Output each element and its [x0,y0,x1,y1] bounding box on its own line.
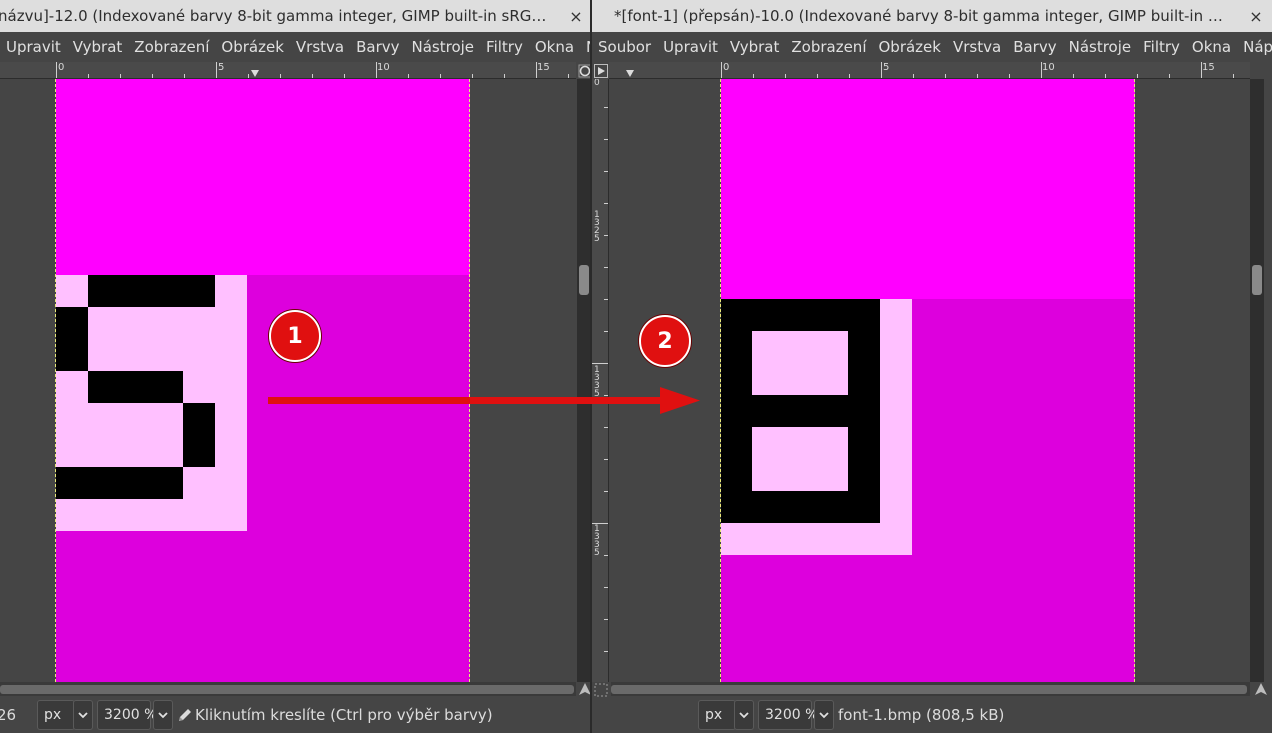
left-menu-okna[interactable]: Okna [529,38,580,56]
right-canvas[interactable] [609,79,1250,682]
file-info: font-1.bmp (808,5 kB) [838,706,1005,724]
left-horizontal-ruler[interactable]: 0 5 10 15 [0,62,576,79]
left-titlebar[interactable]: názvu]-12.0 (Indexované barvy 8-bit gamm… [0,0,592,32]
left-window-title: názvu]-12.0 (Indexované barvy 8-bit gamm… [0,7,547,25]
right-horizontal-scrollbar[interactable] [611,682,1250,696]
left-unit-chevron[interactable] [73,700,93,730]
right-horizontal-scroll-thumb[interactable] [611,685,1247,694]
left-menu-filtry[interactable]: Filtry [480,38,529,56]
ruler-pointer-icon [626,70,634,77]
left-ruler-label-10: 10 [377,62,390,73]
right-menu-soubor[interactable]: Soubor [592,38,657,56]
ruler-pointer-icon [251,70,259,77]
left-horizontal-scrollbar[interactable] [0,682,576,696]
left-menu-upravit[interactable]: Upravit [0,38,67,56]
annotation-arrow [268,387,700,414]
left-menu-barvy[interactable]: Barvy [350,38,405,56]
left-zoom-select[interactable]: 3200 % [97,700,157,730]
right-vertical-scroll-thumb[interactable] [1252,265,1262,295]
chevron-down-icon [819,712,829,719]
left-ruler-label-0: 0 [58,62,65,73]
right-layer-boundary-guide [1134,79,1135,682]
right-close-button[interactable]: × [1240,7,1272,26]
glyph-5-middle-bar [88,371,183,403]
annotation-badge-2: 2 [639,315,691,367]
left-vertical-scroll-thumb[interactable] [579,265,589,295]
right-menu-vybrat[interactable]: Vybrat [724,38,786,56]
left-vertical-scrollbar[interactable] [577,79,591,682]
right-statusbar: px 3200 % font-1.bmp (808,5 kB) [592,697,1272,733]
menu-arrow-icon[interactable] [594,64,608,78]
annotation-badge-1: 1 [269,310,321,362]
navigate-icon[interactable] [1254,682,1268,696]
glyph-5-left-stroke [56,307,88,371]
left-zoom-chevron[interactable] [153,700,173,730]
right-ruler-label-15: 15 [1202,62,1215,73]
magenta-area [721,79,1135,299]
right-menu-napoveda[interactable]: Nápov [1237,38,1272,56]
left-ruler-label-15: 15 [537,62,550,73]
right-menu-filtry[interactable]: Filtry [1137,38,1186,56]
chevron-down-icon [78,712,88,719]
right-zoom-chevron[interactable] [814,700,834,730]
right-menu-barvy[interactable]: Barvy [1007,38,1062,56]
left-menubar: Upravit Vybrat Zobrazení Obrázek Vrstva … [0,32,592,62]
right-layer-boundary-guide [469,79,470,682]
left-image-window: názvu]-12.0 (Indexované barvy 8-bit gamm… [0,0,592,733]
glyph-8-upper-hole [752,331,848,395]
right-ruler-label-10: 10 [1042,62,1055,73]
pencil-icon [179,709,191,721]
left-statusbar: 26 px 3200 % Kliknutím kreslíte (Ctrl pr… [0,697,592,733]
pointer-coordinates: 26 [0,706,17,724]
right-unit-select[interactable]: px [698,700,736,730]
right-horizontal-ruler[interactable]: 0 5 10 15 [609,62,1250,79]
left-ruler-label-5: 5 [218,62,225,73]
right-menu-vrstva[interactable]: Vrstva [947,38,1007,56]
left-close-button[interactable]: × [560,7,592,26]
chevron-down-icon [739,712,749,719]
status-message: Kliknutím kreslíte (Ctrl pro výběr barvy… [195,706,493,724]
right-vertical-ruler[interactable]: 0 1325 1335 1335 [592,79,609,682]
right-vruler-label-3: 1335 [594,524,600,558]
right-image-window: *[font-1] (přepsán)-10.0 (Indexované bar… [592,0,1272,733]
glyph-8-lower-hole [752,427,848,491]
right-vruler-label-0: 0 [594,79,600,88]
right-window-title: *[font-1] (přepsán)-10.0 (Indexované bar… [614,7,1223,25]
right-ruler-label-0: 0 [723,62,730,73]
right-menu-obrazek[interactable]: Obrázek [873,38,947,56]
right-menu-nastroje[interactable]: Nástroje [1063,38,1138,56]
left-layer-boundary-guide [55,79,56,682]
glyph-5-bottom-bar [56,467,183,499]
right-menubar: Soubor Upravit Vybrat Zobrazení Obrázek … [592,32,1272,62]
right-titlebar[interactable]: *[font-1] (přepsán)-10.0 (Indexované bar… [592,0,1272,32]
left-menu-vybrat[interactable]: Vybrat [67,38,129,56]
left-menu-obrazek[interactable]: Obrázek [215,38,289,56]
glyph-5-top-bar [88,275,215,307]
right-menu-zobrazeni[interactable]: Zobrazení [785,38,872,56]
quick-mask-icon[interactable] [594,683,608,697]
left-menu-vrstva[interactable]: Vrstva [290,38,350,56]
left-horizontal-scroll-thumb[interactable] [0,685,574,694]
magenta-area [56,79,470,275]
right-unit-chevron[interactable] [734,700,754,730]
left-unit-select[interactable]: px [37,700,75,730]
left-menu-zobrazeni[interactable]: Zobrazení [128,38,215,56]
left-layer-boundary-guide [720,79,721,682]
right-menu-okna[interactable]: Okna [1186,38,1237,56]
right-zoom-select[interactable]: 3200 % [758,700,818,730]
right-menu-upravit[interactable]: Upravit [657,38,724,56]
chevron-down-icon [158,712,168,719]
left-canvas[interactable] [0,79,576,682]
right-vertical-scrollbar[interactable] [1250,79,1264,682]
right-ruler-label-5: 5 [883,62,890,73]
right-vruler-label-1: 1325 [594,210,600,244]
glyph-5-right-stroke [183,403,215,467]
left-menu-nastroje[interactable]: Nástroje [406,38,481,56]
